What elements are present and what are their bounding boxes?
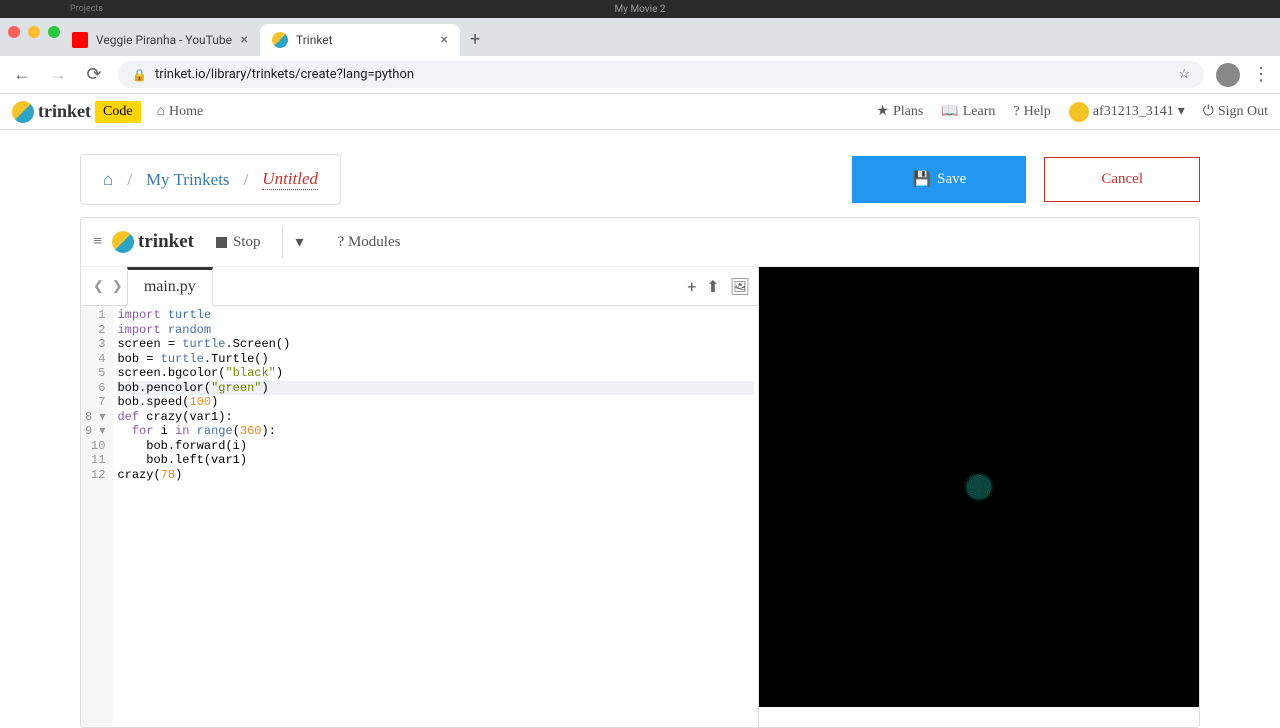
tab-label: Veggie Piranha - YouTube bbox=[96, 33, 233, 47]
os-item-projects: Projects bbox=[70, 4, 103, 14]
breadcrumb-my-trinkets[interactable]: My Trinkets bbox=[146, 170, 230, 190]
image-library-icon[interactable]: 🖼 bbox=[730, 277, 750, 296]
file-tab-main[interactable]: main.py bbox=[127, 267, 213, 306]
close-tab-icon[interactable]: × bbox=[441, 32, 448, 48]
back-button[interactable]: ← bbox=[10, 63, 34, 87]
close-tab-icon[interactable]: × bbox=[241, 32, 248, 48]
stop-button[interactable]: Stop bbox=[204, 228, 273, 257]
modules-button[interactable]: ? Modules bbox=[326, 228, 413, 257]
breadcrumb-title[interactable]: Untitled bbox=[262, 169, 318, 190]
os-window-title: My Movie 2 bbox=[615, 4, 666, 15]
book-icon: 📖 bbox=[941, 103, 958, 120]
browser-tab-strip: Veggie Piranha - YouTube × Trinket × + bbox=[0, 18, 1280, 56]
ide-logo[interactable]: trinket bbox=[112, 231, 194, 253]
tab-label: Trinket bbox=[296, 33, 433, 47]
breadcrumb: ⌂ / My Trinkets / Untitled bbox=[80, 154, 341, 205]
site-header: trinket Code ⌂ Home ★Plans 📖Learn ?Help … bbox=[0, 94, 1280, 130]
browser-tab-youtube[interactable]: Veggie Piranha - YouTube × bbox=[60, 24, 260, 56]
save-icon: 💾 bbox=[912, 170, 931, 189]
run-options-dropdown[interactable]: ▾ bbox=[282, 226, 315, 258]
breadcrumb-separator: / bbox=[127, 170, 132, 190]
stop-icon bbox=[216, 237, 227, 248]
window-controls bbox=[8, 26, 60, 38]
ide-container: ≡ trinket Stop ▾ ? Modules ❮ ❯ main.py + bbox=[80, 217, 1200, 728]
code-lines[interactable]: import turtleimport randomscreen = turtl… bbox=[113, 306, 758, 727]
user-avatar-icon bbox=[1069, 102, 1089, 122]
breadcrumb-home-icon[interactable]: ⌂ bbox=[103, 170, 113, 190]
url-text: trinket.io/library/trinkets/create?lang=… bbox=[155, 67, 1170, 82]
output-pane bbox=[759, 267, 1199, 727]
user-menu[interactable]: af31213_3141▾ bbox=[1069, 102, 1185, 122]
turtle-canvas bbox=[759, 267, 1199, 707]
save-button[interactable]: 💾Save bbox=[852, 156, 1026, 203]
breadcrumb-separator: / bbox=[244, 170, 249, 190]
forward-button[interactable]: → bbox=[46, 63, 70, 87]
url-field[interactable]: 🔒 trinket.io/library/trinkets/create?lan… bbox=[118, 61, 1204, 88]
help-icon: ? bbox=[1013, 104, 1019, 120]
close-window[interactable] bbox=[8, 26, 20, 38]
cancel-button[interactable]: Cancel bbox=[1044, 157, 1200, 202]
bookmark-star-icon[interactable]: ☆ bbox=[1178, 67, 1190, 82]
home-link[interactable]: ⌂ Home bbox=[157, 104, 204, 120]
reload-button[interactable]: ⟳ bbox=[82, 63, 106, 87]
maximize-window[interactable] bbox=[48, 26, 60, 38]
prev-file-icon[interactable]: ❮ bbox=[89, 275, 108, 298]
lock-icon: 🔒 bbox=[132, 68, 147, 82]
home-icon: ⌂ bbox=[157, 104, 165, 120]
new-tab-button[interactable]: + bbox=[460, 23, 490, 56]
question-icon: ? bbox=[338, 234, 345, 250]
brand-text: trinket bbox=[38, 101, 91, 122]
ide-toolbar: ≡ trinket Stop ▾ ? Modules bbox=[81, 218, 1199, 267]
trinket-logo-icon bbox=[12, 101, 34, 123]
profile-avatar[interactable] bbox=[1216, 63, 1240, 87]
star-icon: ★ bbox=[876, 103, 889, 120]
browser-tab-trinket[interactable]: Trinket × bbox=[260, 24, 460, 56]
menu-icon[interactable]: ≡ bbox=[93, 233, 102, 251]
learn-link[interactable]: 📖Learn bbox=[941, 103, 995, 120]
home-label: Home bbox=[169, 104, 203, 120]
os-titlebar: Projects My Movie 2 bbox=[0, 0, 1280, 18]
trinket-favicon bbox=[272, 32, 288, 48]
youtube-favicon bbox=[72, 32, 88, 48]
output-footer bbox=[759, 707, 1199, 727]
minimize-window[interactable] bbox=[28, 26, 40, 38]
line-gutter: 12345678 ▾9 ▾101112 bbox=[81, 306, 113, 727]
code-badge: Code bbox=[95, 101, 141, 123]
editor-pane: ❮ ❯ main.py + ⬆ 🖼 12345678 ▾9 ▾101112 im… bbox=[81, 267, 759, 727]
next-file-icon[interactable]: ❯ bbox=[108, 275, 127, 298]
signout-icon: ⏻ bbox=[1203, 104, 1214, 120]
turtle-graphics bbox=[759, 267, 1199, 707]
trinket-logo-icon bbox=[112, 231, 134, 253]
code-editor[interactable]: 12345678 ▾9 ▾101112 import turtleimport … bbox=[81, 306, 758, 727]
signout-link[interactable]: ⏻Sign Out bbox=[1203, 104, 1268, 120]
plans-link[interactable]: ★Plans bbox=[876, 103, 923, 120]
help-link[interactable]: ?Help bbox=[1013, 104, 1050, 120]
upload-file-icon[interactable]: ⬆ bbox=[706, 277, 719, 296]
chevron-down-icon: ▾ bbox=[1178, 103, 1185, 120]
address-bar: ← → ⟳ 🔒 trinket.io/library/trinkets/crea… bbox=[0, 56, 1280, 94]
trinket-logo[interactable]: trinket bbox=[12, 101, 91, 123]
add-file-icon[interactable]: + bbox=[687, 277, 696, 296]
ide-brand-text: trinket bbox=[138, 231, 194, 253]
file-tab-row: ❮ ❯ main.py + ⬆ 🖼 bbox=[81, 267, 758, 306]
browser-menu-icon[interactable]: ⋮ bbox=[1252, 64, 1270, 85]
